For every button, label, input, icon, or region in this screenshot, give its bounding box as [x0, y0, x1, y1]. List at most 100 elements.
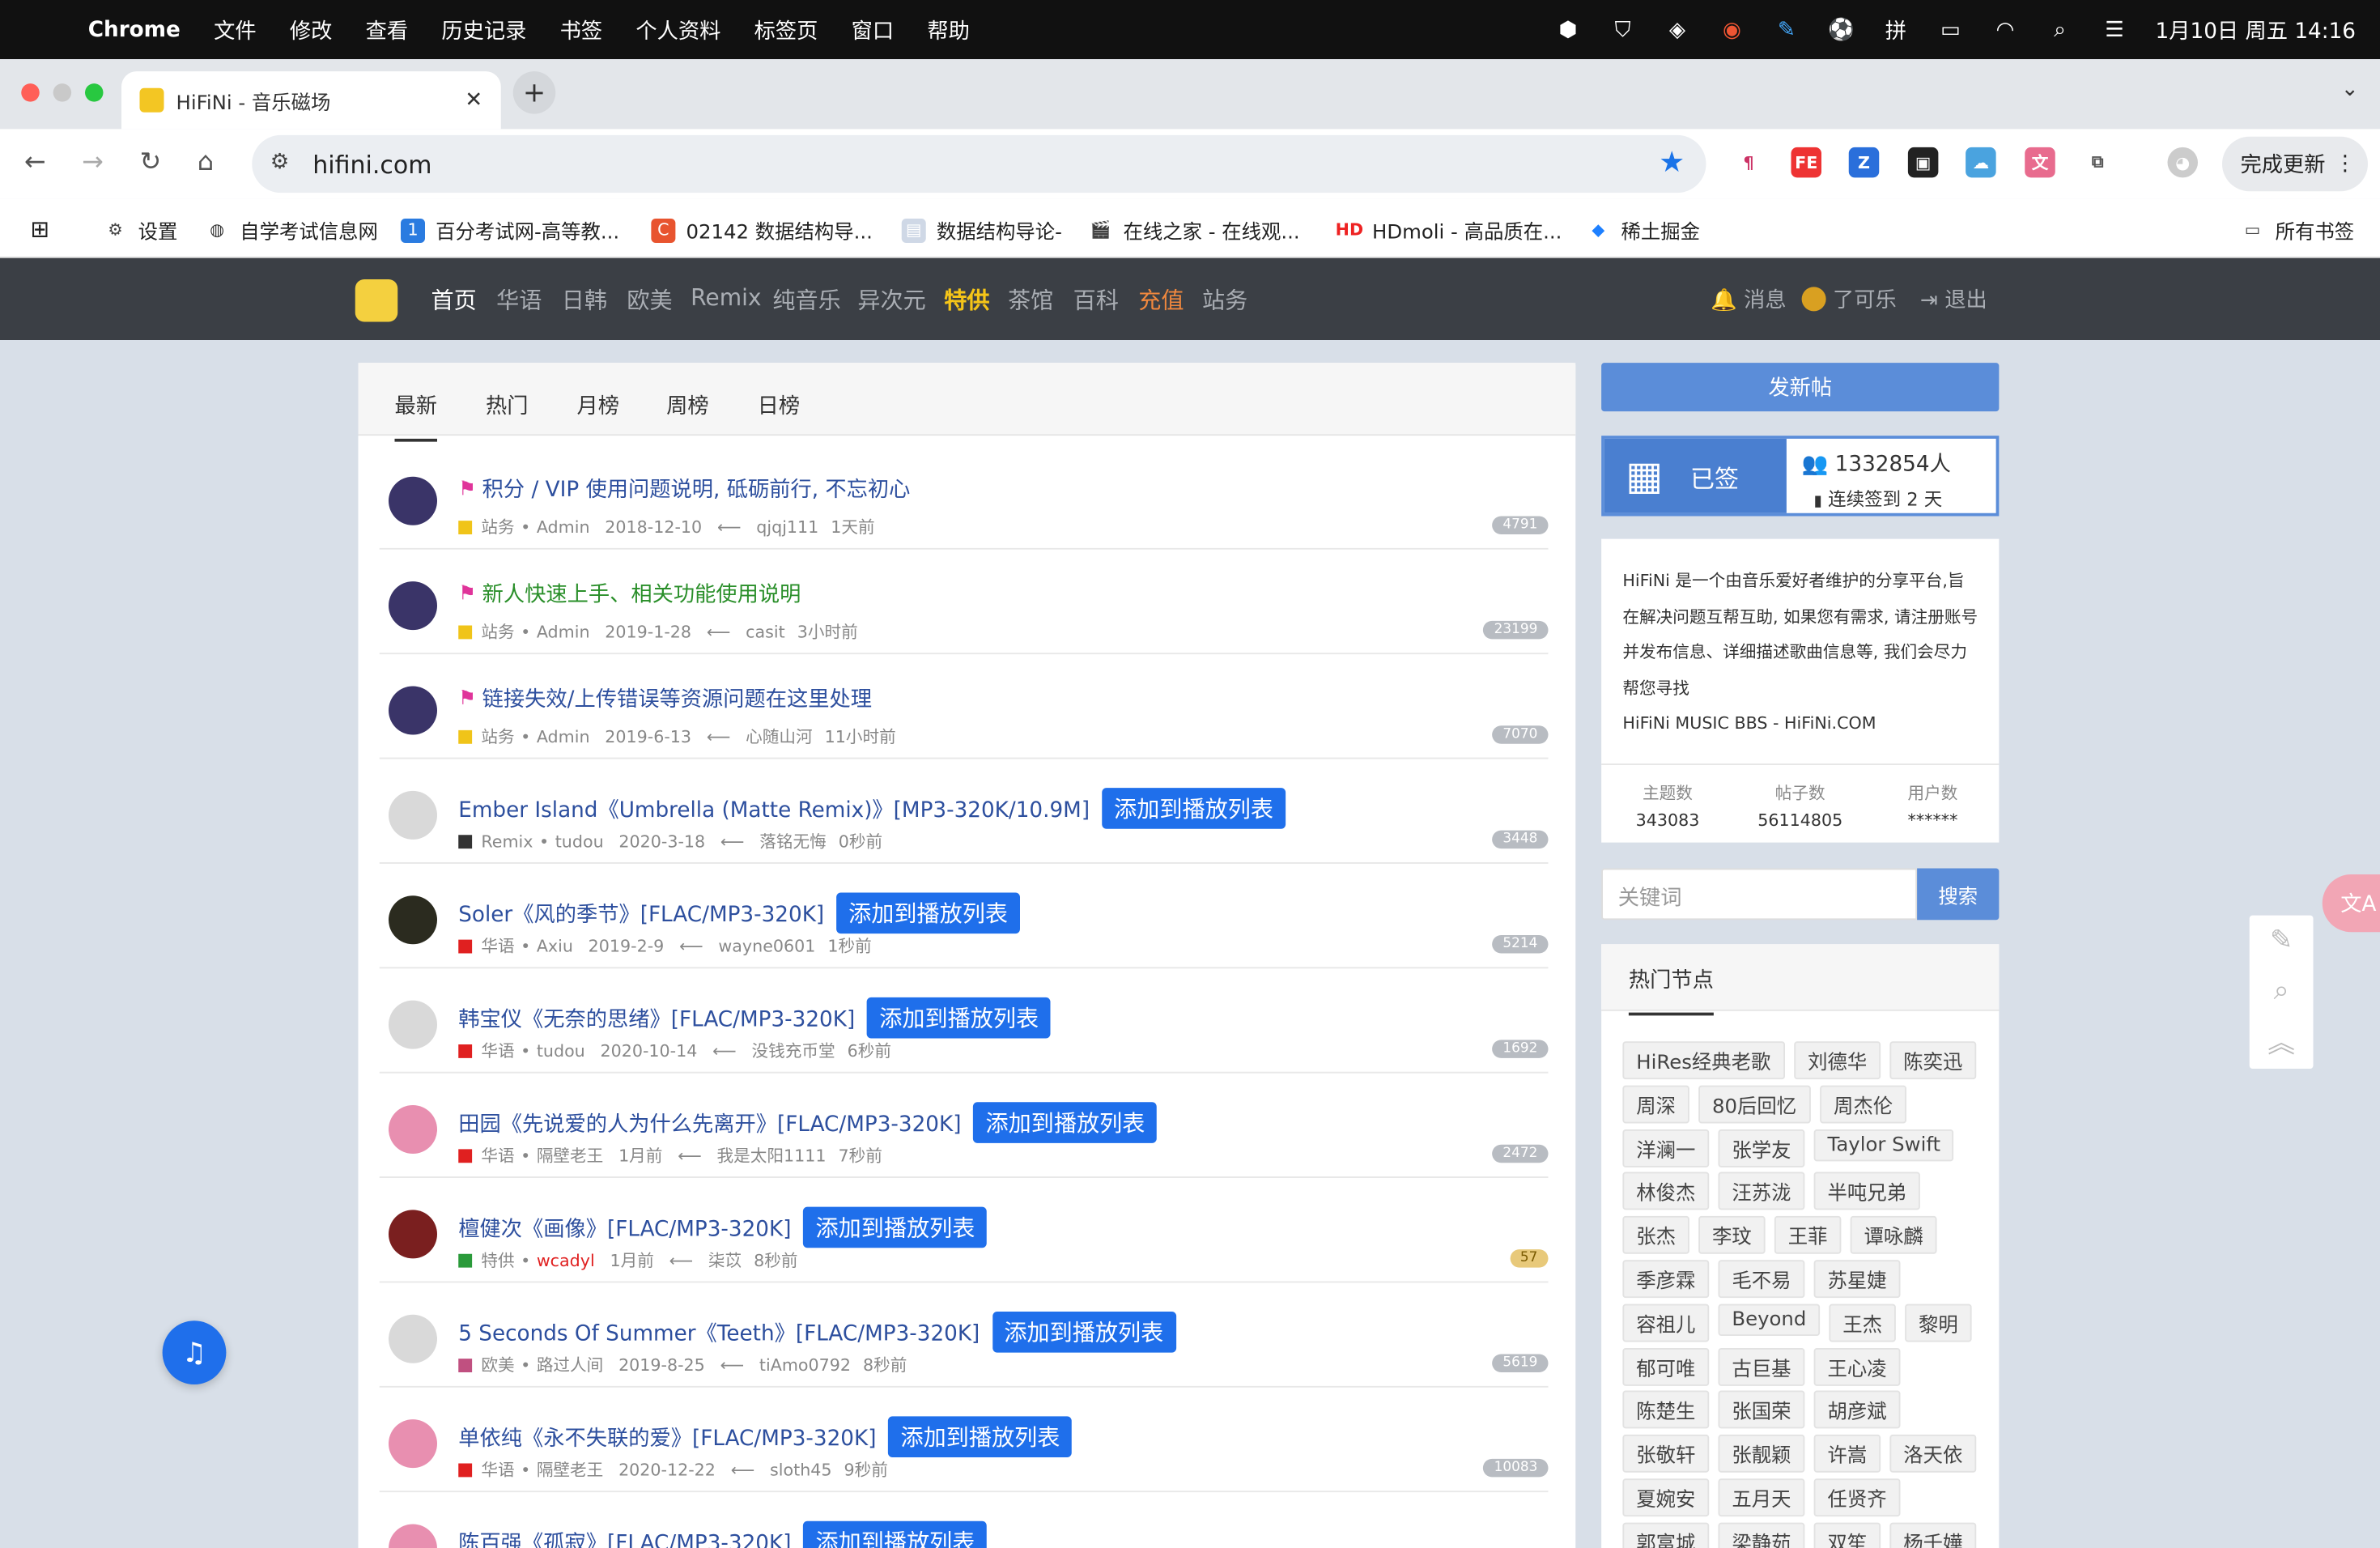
thread-title-text[interactable]: 链接失效/上传错误等资源问题在这里处理: [482, 683, 872, 714]
browser-tab[interactable]: HiFiNi - 音乐磁场 ✕: [121, 71, 501, 130]
hot-tag[interactable]: 杨千嬅: [1889, 1522, 1977, 1548]
extension-z-icon[interactable]: Z: [1848, 147, 1880, 178]
bookmark-baifen[interactable]: 1 百分考试网-高等教...: [401, 215, 619, 245]
hot-tag[interactable]: 张学友: [1718, 1129, 1805, 1167]
hot-tag[interactable]: 王心凌: [1813, 1347, 1901, 1386]
search-icon[interactable]: ⌕: [2250, 966, 2314, 1016]
status-red-circle-icon[interactable]: ◉: [1719, 16, 1746, 44]
hot-tag[interactable]: 李玟: [1698, 1216, 1766, 1255]
home-icon[interactable]: ⌂: [198, 147, 214, 178]
hot-tag[interactable]: 刘德华: [1794, 1041, 1881, 1080]
author-avatar[interactable]: [389, 581, 437, 631]
thread-title-text[interactable]: 5 Seconds Of Summer《Teeth》[FLAC/MP3-320K…: [458, 1317, 980, 1348]
search-input[interactable]: 关键词: [1601, 868, 1918, 921]
nav-teahouse[interactable]: 茶馆: [1008, 284, 1053, 316]
thread-title-text[interactable]: 田园《先说爱的人为什么先离开》[FLAC/MP3-320K]: [458, 1108, 961, 1138]
thread-author[interactable]: Admin: [537, 517, 590, 536]
nav-remix[interactable]: Remix: [691, 284, 761, 312]
thread-author[interactable]: Admin: [537, 726, 590, 746]
hot-tag[interactable]: 郭富城: [1622, 1522, 1710, 1548]
hot-tag[interactable]: 毛不易: [1718, 1260, 1805, 1299]
hot-tag[interactable]: 张敬轩: [1622, 1435, 1710, 1474]
last-replier[interactable]: qjqj111: [756, 517, 818, 536]
control-center-icon[interactable]: ☰: [2101, 16, 2128, 44]
new-tab-button[interactable]: +: [512, 71, 556, 114]
hot-tag[interactable]: 郁可唯: [1622, 1347, 1710, 1386]
thread-title-text[interactable]: 檀健次《画像》[FLAC/MP3-320K]: [458, 1212, 791, 1243]
thread-title[interactable]: Ember Island《Umbrella (Matte Remix)》[MP3…: [458, 788, 1286, 829]
apps-grid-icon[interactable]: ⊞: [31, 215, 50, 243]
bookmark-juejin[interactable]: ◆ 稀土掘金: [1586, 215, 1700, 245]
hot-tag[interactable]: 许嵩: [1813, 1435, 1881, 1474]
nav-pure-music[interactable]: 纯音乐: [772, 284, 840, 316]
add-to-playlist-button[interactable]: 添加到播放列表: [992, 1312, 1176, 1353]
thread-author[interactable]: 隔壁老王: [537, 1457, 604, 1482]
thread-row[interactable]: 单依纯《永不失联的爱》[FLAC/MP3-320K] 添加到播放列表 华语 • 隔壁老王…: [379, 1388, 1549, 1493]
last-replier[interactable]: 我是太阳1111: [717, 1143, 827, 1167]
hot-tag[interactable]: 汪苏泷: [1718, 1172, 1805, 1211]
thread-title-text[interactable]: 新人快速上手、相关功能使用说明: [482, 578, 801, 609]
thread-title-text[interactable]: 韩宝仪《无奈的思绪》[FLAC/MP3-320K]: [458, 1002, 855, 1033]
nav-logout[interactable]: ⇥ 退出: [1920, 284, 1987, 315]
thread-title[interactable]: 5 Seconds Of Summer《Teeth》[FLAC/MP3-320K…: [458, 1312, 1176, 1353]
thread-category[interactable]: 站务: [481, 724, 514, 748]
thread-row[interactable]: Ember Island《Umbrella (Matte Remix)》[MP3…: [379, 759, 1549, 864]
minimize-window-button[interactable]: [53, 83, 72, 102]
thread-author[interactable]: tudou: [537, 1040, 585, 1060]
tab-search-chevron-icon[interactable]: ⌄: [2341, 78, 2359, 102]
menu-history[interactable]: 历史记录: [441, 15, 526, 45]
close-window-button[interactable]: [21, 83, 40, 102]
hot-tag[interactable]: Beyond: [1718, 1303, 1821, 1336]
bookmark-zikao[interactable]: ◍ 自学考试信息网: [205, 215, 378, 245]
thread-row[interactable]: 韩宝仪《无奈的思绪》[FLAC/MP3-320K] 添加到播放列表 华语 • tudou…: [379, 968, 1549, 1074]
thread-category[interactable]: 华语: [481, 1143, 514, 1167]
hot-tag[interactable]: 双笙: [1813, 1522, 1881, 1548]
status-pen-icon[interactable]: ✎: [1773, 16, 1800, 44]
thread-row[interactable]: 陈百强《孤寂》[FLAC/MP3-320K]添加到播放列表华语•隔壁老王: [380, 1492, 1549, 1548]
thread-category[interactable]: 华语: [481, 1457, 514, 1482]
thread-row[interactable]: ⚑ 链接失效/上传错误等资源问题在这里处理 站务 • Admin 2019-6-13 ⟵ 心随…: [379, 654, 1549, 759]
author-avatar[interactable]: [389, 895, 437, 945]
author-avatar[interactable]: [389, 686, 437, 735]
thread-title[interactable]: Soler《风的季节》[FLAC/MP3-320K] 添加到播放列表: [458, 892, 1021, 934]
translate-float-button[interactable]: 文A: [2322, 874, 2380, 933]
last-replier[interactable]: 没钱充币堂: [751, 1039, 835, 1063]
wifi-icon[interactable]: ◠: [1991, 16, 2019, 44]
menu-tabs[interactable]: 标签页: [754, 15, 818, 45]
hot-tag[interactable]: 王杰: [1829, 1303, 1896, 1342]
hot-tag[interactable]: 王菲: [1774, 1216, 1842, 1255]
author-avatar[interactable]: [389, 790, 437, 840]
profile-avatar-icon[interactable]: ◕: [2167, 147, 2198, 178]
nav-messages[interactable]: 🔔 消息: [1711, 284, 1787, 315]
menu-profile[interactable]: 个人资料: [635, 15, 720, 45]
add-to-playlist-button[interactable]: 添加到播放列表: [836, 892, 1021, 934]
hot-tag[interactable]: 五月天: [1718, 1478, 1805, 1517]
hot-tag[interactable]: 谭咏麟: [1850, 1216, 1937, 1255]
thread-author[interactable]: Admin: [537, 622, 590, 641]
hot-tag[interactable]: 容祖儿: [1622, 1303, 1710, 1342]
menu-view[interactable]: 查看: [366, 15, 409, 45]
hot-tag[interactable]: 张杰: [1622, 1216, 1689, 1255]
bookmark-datastruct-1[interactable]: C 02142 数据结构导...: [651, 215, 873, 245]
hot-tag[interactable]: 洋澜一: [1622, 1129, 1710, 1167]
hot-tag[interactable]: 洛天依: [1889, 1435, 1977, 1474]
nav-home[interactable]: 首页: [431, 284, 477, 316]
thread-author[interactable]: tudou: [555, 831, 604, 851]
hot-tag[interactable]: 陈奕迅: [1889, 1041, 1977, 1080]
author-avatar[interactable]: [389, 1105, 437, 1154]
bookmark-settings[interactable]: ⚙ 设置: [104, 215, 177, 245]
new-post-button[interactable]: 发新帖: [1601, 363, 2000, 412]
menu-file[interactable]: 文件: [214, 15, 257, 45]
nav-wiki[interactable]: 百科: [1073, 284, 1119, 316]
thread-category[interactable]: 欧美: [481, 1353, 514, 1377]
hot-tag[interactable]: 80后回忆: [1698, 1085, 1811, 1124]
thread-author[interactable]: wcadyl: [537, 1250, 595, 1269]
thread-category[interactable]: 站务: [481, 515, 514, 539]
hot-tag[interactable]: 陈楚生: [1622, 1391, 1710, 1430]
thread-author[interactable]: 隔壁老王: [537, 1143, 604, 1167]
reload-icon[interactable]: ↻: [140, 147, 162, 178]
thread-title[interactable]: ⚑ 新人快速上手、相关功能使用说明: [458, 578, 801, 609]
tab-close-icon[interactable]: ✕: [465, 88, 482, 113]
back-arrow-icon[interactable]: ←: [24, 147, 46, 178]
thread-title-text[interactable]: 陈百强《孤寂》[FLAC/MP3-320K]: [458, 1526, 791, 1548]
